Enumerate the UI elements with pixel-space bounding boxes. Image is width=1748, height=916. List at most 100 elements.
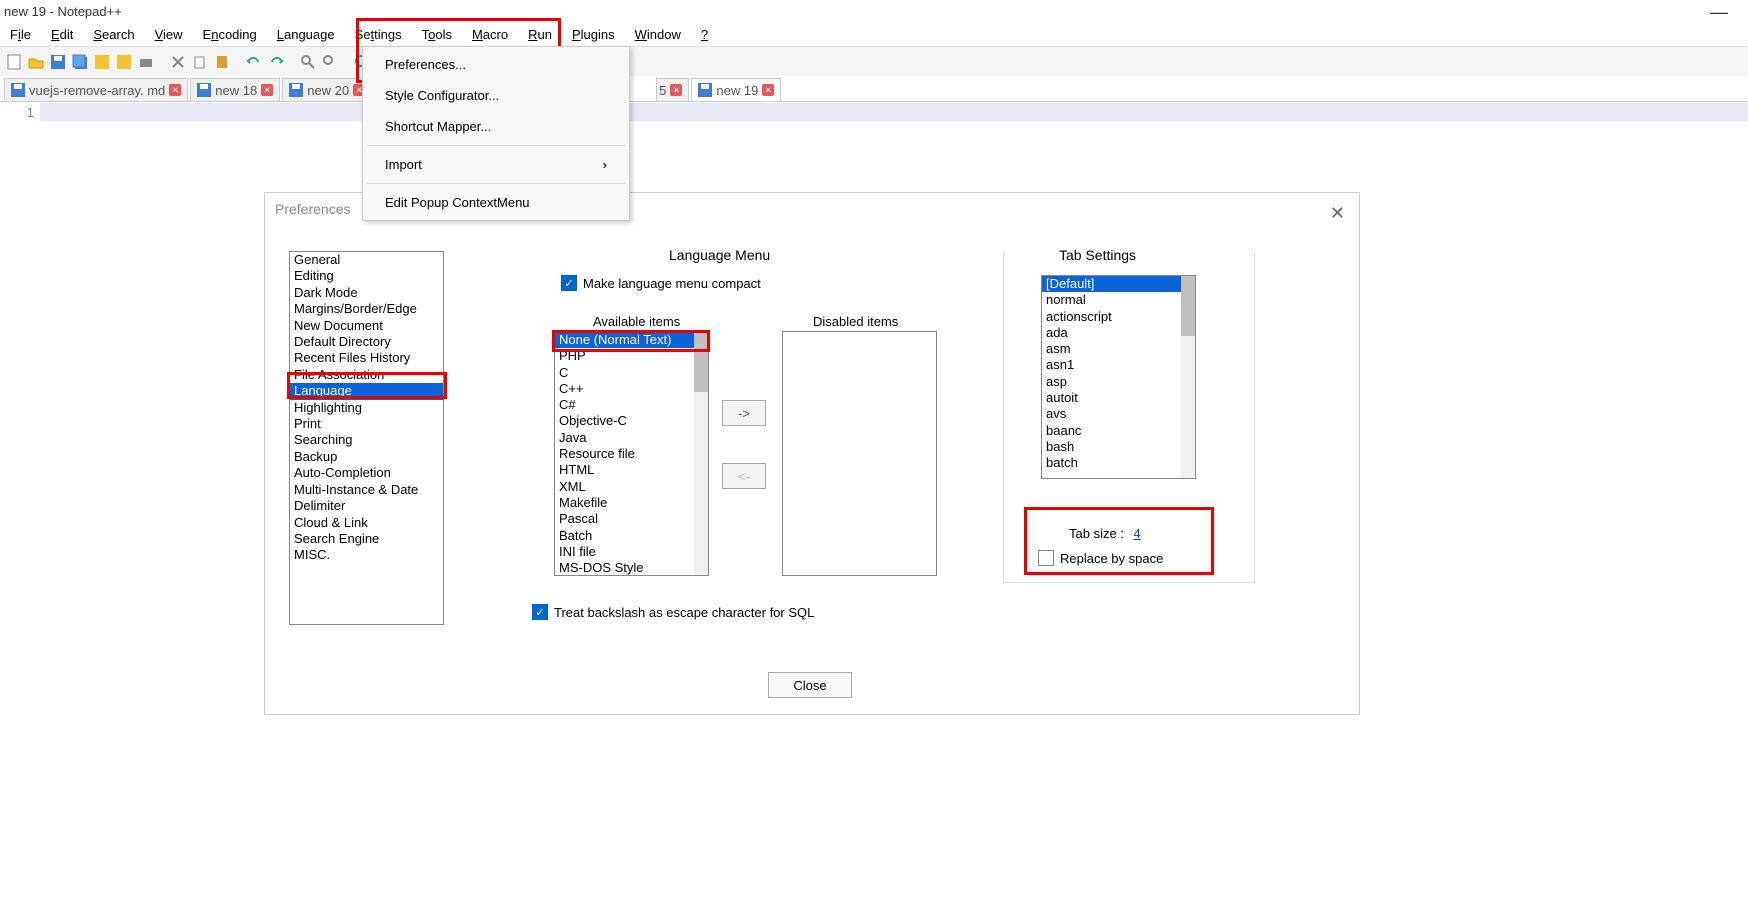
category-item[interactable]: Backup bbox=[290, 449, 443, 465]
tab-new18[interactable]: new 18 ✕ bbox=[190, 78, 280, 101]
undo-icon[interactable] bbox=[244, 52, 264, 72]
category-item[interactable]: Multi-Instance & Date bbox=[290, 482, 443, 498]
available-item[interactable]: C++ bbox=[555, 381, 708, 397]
menu-preferences[interactable]: Preferences... bbox=[363, 49, 629, 80]
tab-lang-item[interactable]: [Default] bbox=[1042, 276, 1195, 292]
tab-lang-item[interactable]: asm bbox=[1042, 341, 1195, 357]
tab-partial[interactable]: 5 ✕ bbox=[656, 78, 689, 101]
menu-edit-popup[interactable]: Edit Popup ContextMenu bbox=[363, 187, 629, 218]
category-item[interactable]: MISC. bbox=[290, 547, 443, 563]
tab-lang-item[interactable]: autoit bbox=[1042, 390, 1195, 406]
tab-lang-item[interactable]: normal bbox=[1042, 292, 1195, 308]
print-icon[interactable] bbox=[136, 52, 156, 72]
scrollbar-thumb[interactable] bbox=[1181, 276, 1195, 336]
scrollbar[interactable] bbox=[1181, 276, 1195, 478]
available-list[interactable]: None (Normal Text)PHPCC++C#Objective-CJa… bbox=[554, 331, 709, 576]
menu-language[interactable]: Language bbox=[267, 24, 345, 45]
redo-icon[interactable] bbox=[266, 52, 286, 72]
tab-lang-item[interactable]: asp bbox=[1042, 374, 1195, 390]
available-item[interactable]: Objective-C bbox=[555, 413, 708, 429]
tab-size-value[interactable]: 4 bbox=[1134, 526, 1141, 541]
tab-lang-item[interactable]: actionscript bbox=[1042, 309, 1195, 325]
available-item[interactable]: MS-DOS Style bbox=[555, 560, 708, 576]
menu-plugins[interactable]: Plugins bbox=[562, 24, 625, 45]
checkbox-sql-escape[interactable]: ✓ Treat backslash as escape character fo… bbox=[532, 604, 814, 620]
available-item[interactable]: C# bbox=[555, 397, 708, 413]
menu-window[interactable]: Window bbox=[625, 24, 691, 45]
category-item[interactable]: Margins/Border/Edge bbox=[290, 301, 443, 317]
find-icon[interactable] bbox=[298, 52, 318, 72]
close-icon[interactable] bbox=[92, 52, 112, 72]
menu-macro[interactable]: Macro bbox=[462, 24, 518, 45]
menu-help[interactable]: ? bbox=[691, 24, 718, 45]
cut-icon[interactable] bbox=[168, 52, 188, 72]
editor-current-line[interactable] bbox=[40, 103, 1748, 121]
category-item[interactable]: File Association bbox=[290, 367, 443, 383]
scrollbar-thumb[interactable] bbox=[694, 332, 708, 392]
tab-close-icon[interactable]: ✕ bbox=[762, 84, 774, 96]
menu-view[interactable]: View bbox=[145, 24, 193, 45]
category-item[interactable]: Highlighting bbox=[290, 400, 443, 416]
minimize-button[interactable]: — bbox=[1710, 2, 1728, 23]
menu-encoding[interactable]: Encoding bbox=[193, 24, 267, 45]
save-icon[interactable] bbox=[48, 52, 68, 72]
open-icon[interactable] bbox=[26, 52, 46, 72]
menu-import[interactable]: Import› bbox=[363, 149, 629, 180]
tab-lang-item[interactable]: bash bbox=[1042, 439, 1195, 455]
disabled-list[interactable] bbox=[782, 331, 937, 576]
close-button[interactable]: Close bbox=[768, 672, 852, 698]
category-item[interactable]: Recent Files History bbox=[290, 350, 443, 366]
category-item[interactable]: Dark Mode bbox=[290, 285, 443, 301]
available-item[interactable]: C bbox=[555, 365, 708, 381]
move-right-button[interactable]: -> bbox=[722, 400, 766, 426]
replace-icon[interactable] bbox=[320, 52, 340, 72]
menu-edit[interactable]: Edit bbox=[41, 24, 83, 45]
close-all-icon[interactable] bbox=[114, 52, 134, 72]
tab-lang-item[interactable]: avs bbox=[1042, 406, 1195, 422]
available-item[interactable]: Pascal bbox=[555, 511, 708, 527]
available-item[interactable]: Java bbox=[555, 430, 708, 446]
new-file-icon[interactable] bbox=[4, 52, 24, 72]
paste-icon[interactable] bbox=[212, 52, 232, 72]
available-item[interactable]: Resource file bbox=[555, 446, 708, 462]
tab-lang-item[interactable]: ada bbox=[1042, 325, 1195, 341]
category-item[interactable]: Search Engine bbox=[290, 531, 443, 547]
tab-new19[interactable]: new 19 ✕ bbox=[691, 78, 781, 101]
category-item[interactable]: Print bbox=[290, 416, 443, 432]
category-item[interactable]: Delimiter bbox=[290, 498, 443, 514]
checkbox-replace-space[interactable]: Replace by space bbox=[1038, 550, 1163, 566]
menu-settings[interactable]: Settings bbox=[345, 24, 412, 45]
available-item[interactable]: PHP bbox=[555, 348, 708, 364]
scrollbar[interactable] bbox=[694, 332, 708, 575]
tab-vuejs[interactable]: vuejs-remove-array. md ✕ bbox=[4, 78, 188, 101]
tab-language-list[interactable]: [Default]normalactionscriptadaasmasn1asp… bbox=[1041, 275, 1196, 479]
dialog-close-button[interactable]: ✕ bbox=[1330, 203, 1345, 224]
tab-new20[interactable]: new 20 ✕ bbox=[282, 78, 372, 101]
category-item[interactable]: Searching bbox=[290, 432, 443, 448]
checkbox-compact[interactable]: ✓ Make language menu compact bbox=[561, 275, 761, 291]
menu-tools[interactable]: Tools bbox=[412, 24, 462, 45]
save-all-icon[interactable] bbox=[70, 52, 90, 72]
tab-close-icon[interactable]: ✕ bbox=[261, 84, 273, 96]
menu-style-configurator[interactable]: Style Configurator... bbox=[363, 80, 629, 111]
category-item[interactable]: Editing bbox=[290, 268, 443, 284]
available-item[interactable]: Makefile bbox=[555, 495, 708, 511]
available-item[interactable]: None (Normal Text) bbox=[555, 332, 708, 348]
category-item[interactable]: Default Directory bbox=[290, 334, 443, 350]
copy-icon[interactable] bbox=[190, 52, 210, 72]
menu-file[interactable]: File bbox=[0, 24, 41, 45]
category-item[interactable]: Language bbox=[290, 383, 443, 399]
category-item[interactable]: Cloud & Link bbox=[290, 515, 443, 531]
tab-close-icon[interactable]: ✕ bbox=[169, 84, 181, 96]
category-item[interactable]: New Document bbox=[290, 318, 443, 334]
category-item[interactable]: General bbox=[290, 252, 443, 268]
category-item[interactable]: Auto-Completion bbox=[290, 465, 443, 481]
menu-search[interactable]: Search bbox=[83, 24, 144, 45]
available-item[interactable]: Batch bbox=[555, 528, 708, 544]
tab-lang-item[interactable]: baanc bbox=[1042, 423, 1195, 439]
tab-lang-item[interactable]: batch bbox=[1042, 455, 1195, 471]
available-item[interactable]: XML bbox=[555, 479, 708, 495]
move-left-button[interactable]: <- bbox=[722, 463, 766, 489]
tab-lang-item[interactable]: asn1 bbox=[1042, 357, 1195, 373]
menu-run[interactable]: Run bbox=[518, 24, 562, 45]
